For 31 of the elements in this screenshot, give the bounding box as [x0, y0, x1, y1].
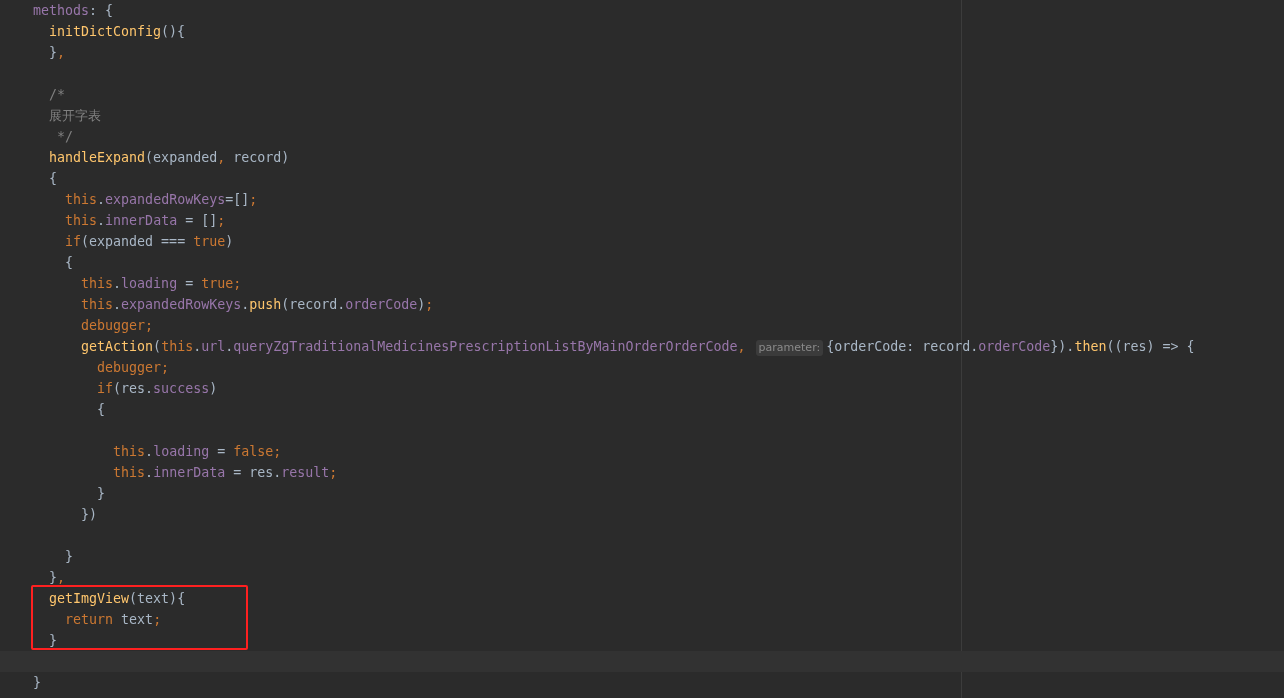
code-line: /*: [49, 87, 66, 102]
code-text: getAction(this.url.queryZgTraditionalMedicinesPrescriptionListByMainOrderOrderCode,: [81, 339, 746, 354]
code-line: this.expandedRowKeys.push(record.orderCode);: [81, 297, 434, 312]
code-line: this.loading = false;: [113, 444, 282, 459]
code-line: {: [49, 171, 58, 186]
code-line: this.loading = true;: [81, 276, 242, 291]
code-line: */: [57, 129, 74, 144]
code-line: if(expanded === true): [65, 234, 234, 249]
code-line: }: [33, 675, 42, 690]
code-line: {: [65, 255, 74, 270]
code-line: },: [49, 45, 66, 60]
code-line: this.innerData = res.result;: [113, 465, 338, 480]
code-text: {orderCode: record.orderCode}).then((res) => {: [826, 339, 1195, 354]
code-line: initDictConfig(){: [49, 24, 186, 39]
code-line: }: [49, 633, 58, 648]
code-line: methods: {: [33, 3, 114, 18]
code-line: if(res.success): [97, 381, 218, 396]
code-line: handleExpand(expanded, record): [49, 150, 290, 165]
code-line: 展开字表: [49, 108, 102, 123]
code-line: getImgView(text){: [49, 591, 186, 606]
parameter-hint: parameter:: [755, 340, 824, 356]
code-line: this.expandedRowKeys=[];: [65, 192, 258, 207]
code-line: debugger;: [97, 360, 170, 375]
code-line: return text;: [65, 612, 162, 627]
code-line: }: [97, 486, 106, 501]
code-line: }): [81, 507, 98, 522]
code-line: this.innerData = [];: [65, 213, 226, 228]
code-line: }: [65, 549, 74, 564]
code-line: },: [49, 570, 66, 585]
code-line: debugger;: [81, 318, 154, 333]
code-line: {: [97, 402, 106, 417]
